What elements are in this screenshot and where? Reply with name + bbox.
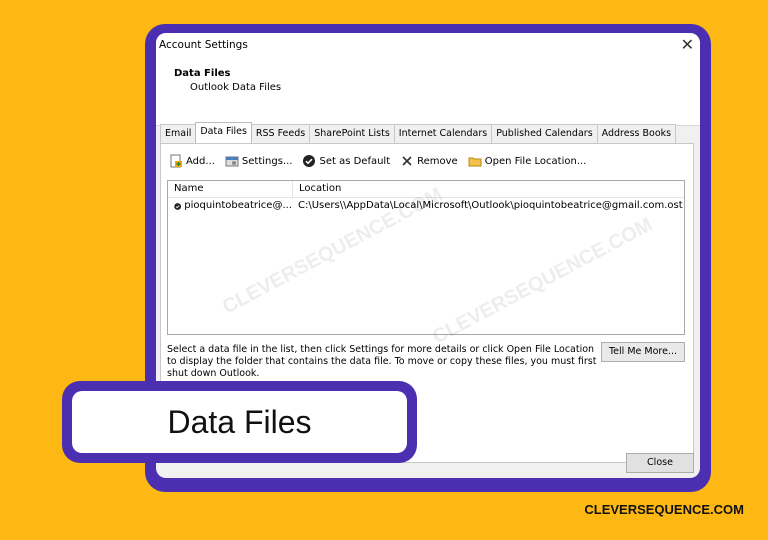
list-item-name: pioquintobeatrice@...: [168, 198, 292, 214]
tab-email[interactable]: Email: [160, 124, 197, 143]
tab-data-files[interactable]: Data Files: [195, 122, 252, 144]
site-brand: CLEVERSEQUENCE.COM: [584, 502, 744, 517]
set-default-label: Set as Default: [319, 155, 391, 167]
tab-published-calendars[interactable]: Published Calendars: [491, 124, 598, 143]
file-name: pioquintobeatrice@...: [184, 200, 292, 211]
tab-rss-feeds[interactable]: RSS Feeds: [250, 124, 311, 143]
section-title: Data Files: [174, 68, 231, 79]
callout-frame: Data Files: [62, 381, 417, 463]
file-location: C:\Users\\AppData\Local\Microsoft\Outloo…: [298, 200, 683, 211]
remove-label: Remove: [417, 155, 458, 167]
toolbar: Add... Settings... Set as Default Remove…: [169, 154, 586, 168]
open-file-location-button[interactable]: Open File Location...: [468, 154, 587, 168]
set-default-button[interactable]: Set as Default: [302, 154, 390, 168]
column-header-location[interactable]: Location: [293, 181, 684, 197]
callout-label: Data Files: [167, 404, 312, 440]
settings-button[interactable]: Settings...: [225, 154, 293, 168]
dialog-header: Account Settings ✕ Data Files Outlook Da…: [156, 33, 700, 126]
remove-button[interactable]: Remove: [400, 154, 458, 168]
tab-sharepoint-lists[interactable]: SharePoint Lists: [309, 124, 395, 143]
open-location-label: Open File Location...: [484, 155, 587, 167]
tab-internet-calendars[interactable]: Internet Calendars: [393, 124, 493, 143]
add-file-icon: [170, 154, 182, 168]
close-icon[interactable]: ✕: [681, 35, 694, 54]
add-button[interactable]: Add...: [169, 154, 215, 168]
settings-label: Settings...: [241, 155, 293, 167]
callout-box: Data Files: [72, 391, 407, 453]
default-check-icon: [174, 202, 182, 210]
section-subtitle: Outlook Data Files: [190, 82, 282, 93]
tell-me-more-button[interactable]: Tell Me More...: [601, 342, 685, 362]
tab-address-books[interactable]: Address Books: [596, 124, 677, 143]
folder-icon: [468, 157, 482, 167]
help-description: Select a data file in the list, then cli…: [167, 344, 597, 379]
close-button[interactable]: Close: [626, 453, 694, 473]
dialog-title: Account Settings: [159, 39, 248, 51]
remove-x-icon: [402, 156, 412, 166]
column-header-name[interactable]: Name: [168, 181, 293, 197]
add-label: Add...: [186, 155, 215, 167]
tab-bar: Email Data Files RSS Feeds SharePoint Li…: [160, 122, 677, 144]
settings-icon: [225, 156, 239, 167]
checkmark-circle-icon: [303, 155, 316, 167]
